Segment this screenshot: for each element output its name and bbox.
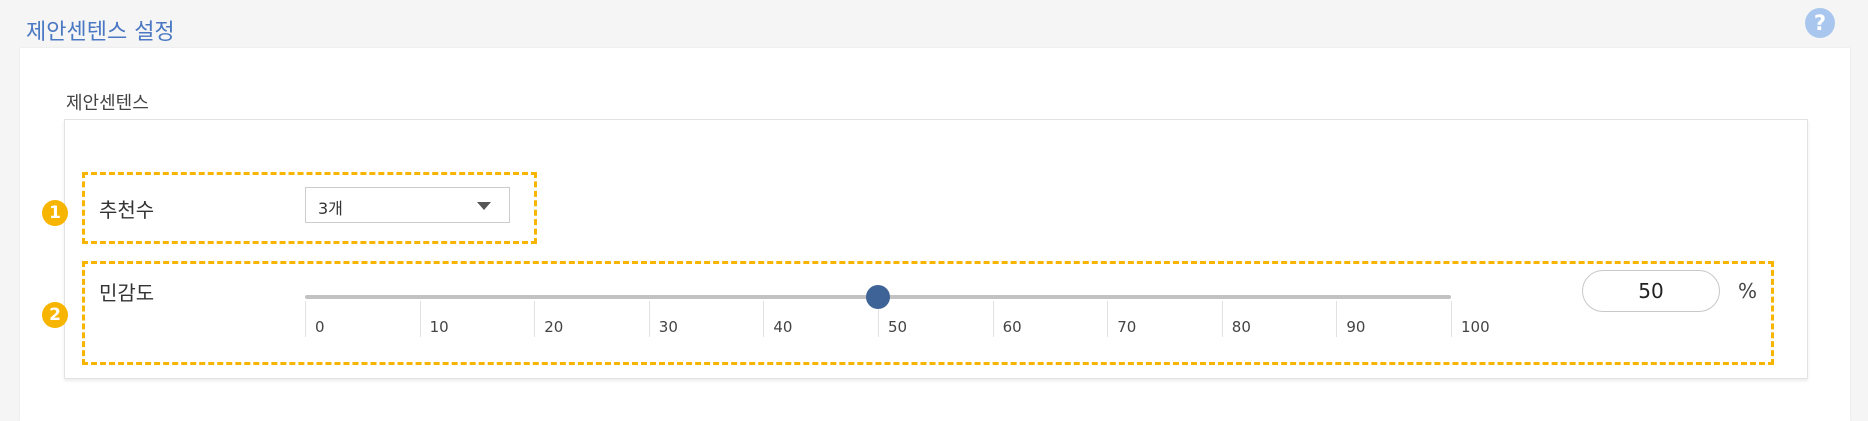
sensitivity-label: 민감도 [99,281,155,305]
badge-two: 2 [42,302,68,328]
slider-tick-label: 10 [429,318,449,336]
slider-tick-label: 30 [658,318,678,336]
slider-tick [1221,301,1223,337]
recommendation-count-value: 3개 [318,199,343,218]
slider-tick-label: 60 [1002,318,1022,336]
slider-tick [1336,301,1338,337]
slider-tick-label: 90 [1346,318,1366,336]
sensitivity-highlight-box [82,261,1774,365]
slider-tick-label: 100 [1461,318,1490,336]
slider-tick [992,301,994,337]
recommendation-count-label: 추천수 [99,198,155,222]
section-title: 제안센텐스 [66,93,149,114]
sensitivity-value-input[interactable] [1582,270,1720,312]
slider-tick-label: 0 [315,318,325,336]
help-icon[interactable]: ? [1805,8,1835,38]
slider-tick-label: 20 [544,318,564,336]
slider-tick-label: 80 [1231,318,1251,336]
page-title: 제안센텐스 설정 [26,20,175,45]
slider-tick-label: 70 [1117,318,1137,336]
chevron-down-icon [477,202,491,210]
slider-tick-label: 40 [773,318,793,336]
slider-tick [1451,301,1452,337]
recommendation-count-select[interactable]: 3개 [305,187,510,223]
slider-tick [763,301,765,337]
badge-one: 1 [42,200,68,226]
slider-tick [534,301,536,337]
sensitivity-slider-thumb[interactable] [866,285,890,309]
slider-tick [419,301,421,337]
slider-tick [305,301,306,337]
sensitivity-unit: % [1738,279,1758,303]
slider-tick [648,301,650,337]
slider-tick [1107,301,1109,337]
slider-tick-label: 50 [888,318,908,336]
